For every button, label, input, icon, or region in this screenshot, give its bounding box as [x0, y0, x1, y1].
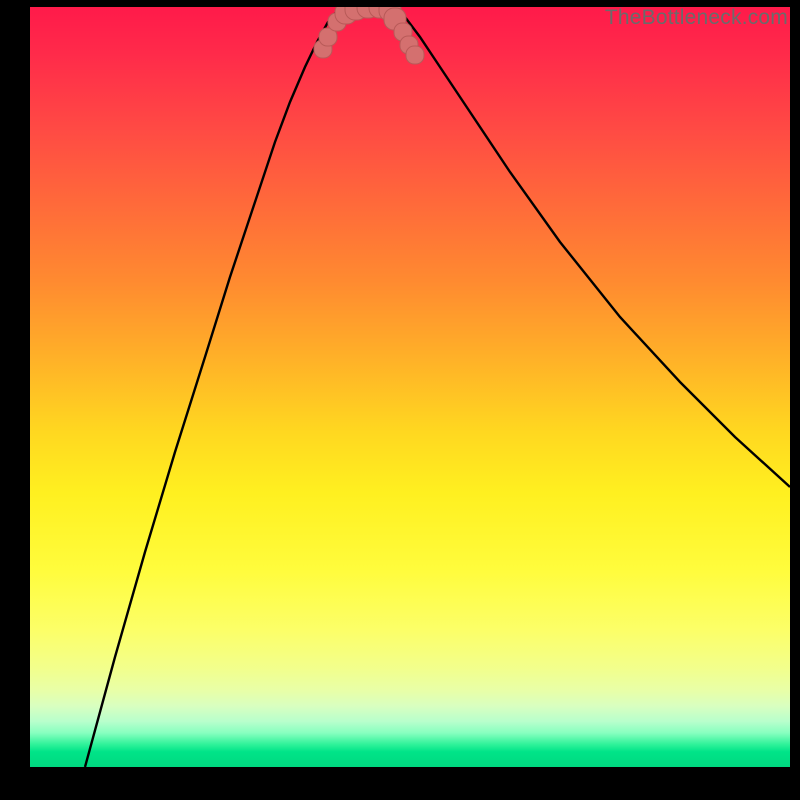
- bottleneck-curve-svg: [30, 7, 790, 767]
- outer-frame: TheBottleneck.com: [0, 0, 800, 800]
- plot-area: [30, 7, 790, 767]
- left-curve: [85, 7, 345, 767]
- marker-bead: [406, 46, 424, 64]
- watermark-text: TheBottleneck.com: [605, 6, 788, 30]
- right-curve: [395, 7, 790, 487]
- bottom-marker-cluster: [314, 7, 424, 64]
